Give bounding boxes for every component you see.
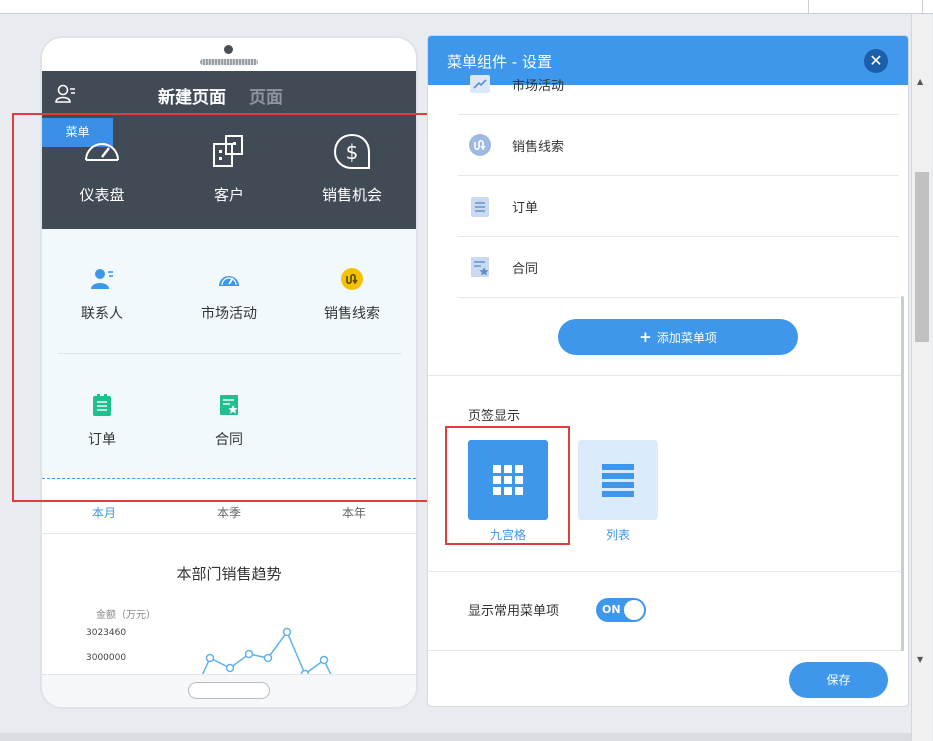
menu-grid-bottom: 联系人 市场活动 销售线索 订单 合同 (42, 229, 416, 479)
lead-icon (341, 268, 363, 290)
building-icon (213, 135, 243, 167)
scroll-down-arrow-icon[interactable]: ▼ (917, 655, 923, 664)
menu-item-customer[interactable]: 客户 (169, 132, 289, 205)
menu-row-campaign[interactable]: 市场活动 (458, 54, 899, 115)
layout-option-grid[interactable] (468, 440, 548, 520)
chart-point (205, 653, 215, 663)
section-divider (428, 650, 904, 651)
browser-top-bar (0, 0, 933, 14)
panel-scroll-track[interactable] (901, 296, 904, 651)
chart-point (244, 649, 254, 659)
gauge-icon (219, 276, 239, 286)
menu-item-label: 客户 (213, 186, 244, 204)
menu-row-lead[interactable]: 销售线索 (458, 115, 899, 176)
list-icon (602, 464, 634, 497)
section-divider (428, 571, 904, 572)
top-bar-divider (808, 0, 809, 14)
menu-item-contact[interactable]: 联系人 (42, 267, 162, 323)
order-icon (93, 394, 111, 416)
menu-item-label: 仪表盘 (79, 186, 125, 204)
period-tab-year[interactable]: 本年 (342, 504, 366, 521)
top-bar-divider (922, 0, 923, 14)
menu-item-label: 销售线索 (324, 306, 380, 322)
menu-item-contract[interactable]: 合同 (169, 393, 289, 449)
phone-bottom-bezel (42, 674, 416, 707)
layout-option-list-label[interactable]: 列表 (578, 526, 658, 543)
camera-dot (224, 45, 233, 54)
menu-grid-top: 菜单 仪表盘 客户 $ 销售机会 (42, 118, 416, 229)
contract-icon (471, 257, 489, 277)
period-tab-month[interactable]: 本月 (92, 504, 116, 521)
grid-icon (493, 465, 523, 495)
menu-row-label: 订单 (512, 201, 539, 216)
menu-item-label: 联系人 (81, 306, 123, 322)
add-menu-item-label: 添加菜单项 (656, 331, 717, 345)
layout-option-grid-label[interactable]: 九宫格 (468, 526, 548, 543)
contact-icon (91, 269, 113, 289)
chart-point (263, 653, 273, 663)
contract-icon (220, 395, 238, 415)
menu-row-contract[interactable]: 合同 (458, 237, 899, 298)
chart-point (225, 663, 235, 673)
menu-row-label: 合同 (512, 262, 539, 277)
sales-trend-chart (200, 627, 334, 678)
menu-item-campaign[interactable]: 市场活动 (169, 267, 289, 323)
menu-item-lead[interactable]: 销售线索 (292, 267, 412, 323)
menu-settings-panel: 菜单组件 - 设置 ✕ 市场活动 销售线索 订单 合同 + 添加菜单项 页签显示… (427, 35, 909, 707)
phone-app-header: 新建页面 页面 (42, 71, 416, 118)
toggle-knob (624, 600, 644, 620)
chart-title: 本部门销售趋势 (176, 565, 282, 583)
speaker-grille (200, 59, 258, 65)
phone-preview: 新建页面 页面 菜单 仪表盘 客户 $ 销售机会 联系人 市场活动 销售线索 订… (40, 36, 418, 709)
dollar-icon: $ (333, 133, 370, 169)
order-icon (471, 197, 489, 217)
chart-point (319, 655, 329, 665)
menu-item-label: 合同 (215, 432, 243, 448)
campaign-icon (470, 75, 490, 93)
menu-item-order[interactable]: 订单 (42, 393, 162, 449)
plus-icon: + (639, 328, 657, 346)
menu-row-divider (58, 353, 402, 354)
period-tab-quarter[interactable]: 本季 (217, 504, 241, 521)
home-button[interactable] (188, 682, 270, 699)
svg-text:$: $ (346, 140, 359, 164)
chart-point (282, 627, 292, 637)
menu-item-label: 销售机会 (321, 186, 382, 204)
show-common-menu-toggle[interactable]: ON (596, 598, 646, 622)
dashboard-icon (85, 143, 119, 161)
layout-option-list[interactable] (578, 440, 658, 520)
add-menu-item-button[interactable]: + 添加菜单项 (558, 319, 798, 355)
menu-item-label: 市场活动 (201, 306, 257, 322)
user-menu-icon[interactable] (54, 83, 76, 105)
page-title[interactable]: 新建页面 (158, 83, 226, 108)
menu-row-order[interactable]: 订单 (458, 176, 899, 237)
phone-top-bezel (42, 38, 416, 71)
menu-item-dashboard[interactable]: 仪表盘 (42, 132, 162, 205)
menu-row-label: 市场活动 (512, 79, 565, 94)
page-tab-secondary[interactable]: 页面 (249, 83, 283, 108)
menu-item-label: 订单 (88, 432, 116, 448)
page-scrollbar[interactable]: ▲ ▼ (911, 14, 932, 741)
lead-icon (469, 134, 491, 156)
save-button[interactable]: 保存 (789, 662, 888, 698)
scrollbar-thumb[interactable] (915, 172, 929, 342)
scroll-up-arrow-icon[interactable]: ▲ (917, 77, 923, 86)
bottom-strip (0, 733, 911, 741)
period-tabs: 本月 本季 本年 (42, 479, 416, 534)
menu-item-opportunity[interactable]: $ 销售机会 (292, 132, 412, 205)
show-common-menu-label: 显示常用菜单项 (468, 604, 560, 619)
tab-display-label: 页签显示 (468, 409, 521, 424)
menu-row-label: 销售线索 (512, 140, 565, 155)
toggle-state-text: ON (602, 603, 621, 616)
section-divider (428, 375, 904, 376)
